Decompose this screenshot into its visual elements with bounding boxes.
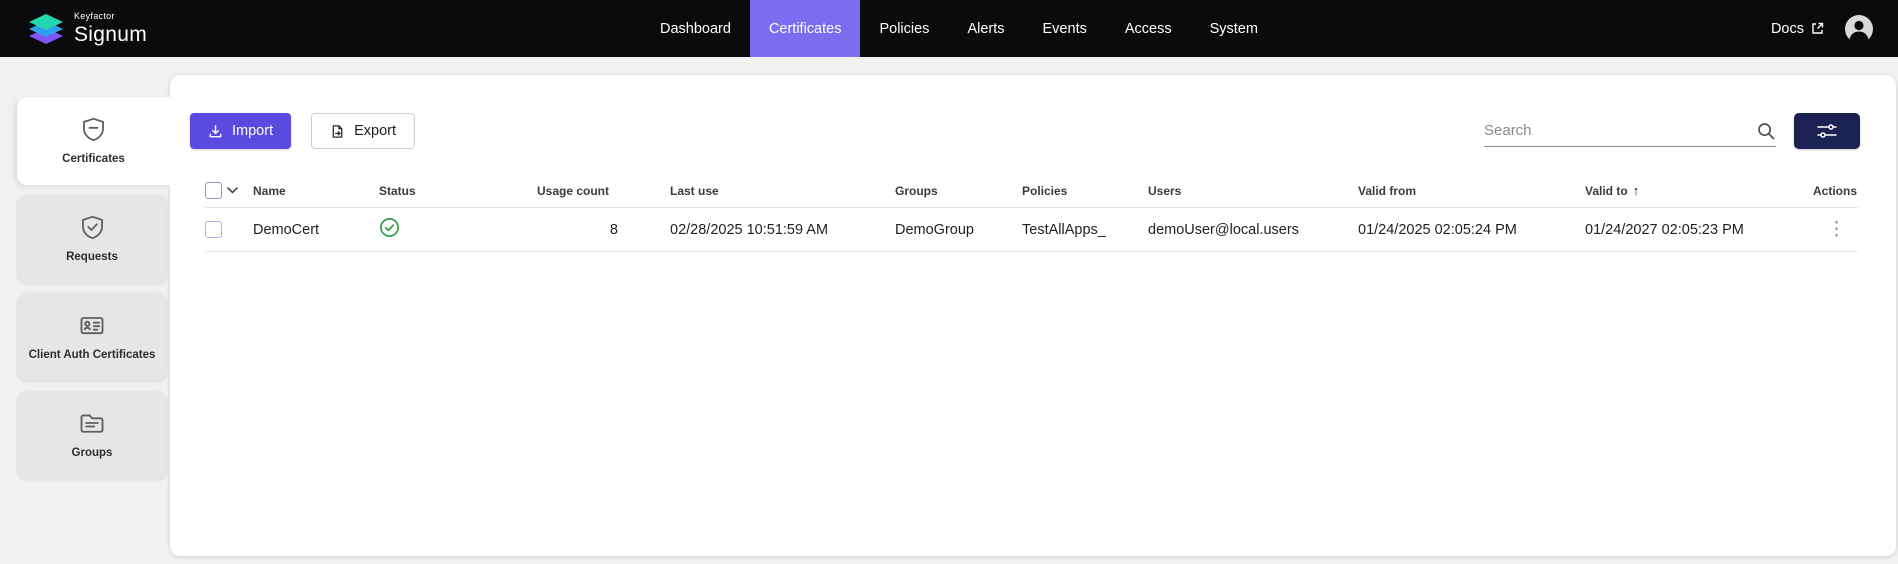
brand-logo[interactable]: Keyfactor Signum <box>0 12 147 46</box>
sidebar-item-label: Requests <box>58 250 126 264</box>
import-button[interactable]: Import <box>190 113 291 149</box>
cell-last-use: 02/28/2025 10:51:59 AM <box>670 222 895 238</box>
export-icon <box>330 124 345 139</box>
column-header-valid-to[interactable]: Valid to ↑ <box>1585 183 1813 198</box>
folder-icon <box>78 409 106 437</box>
export-button[interactable]: Export <box>311 113 415 149</box>
cell-valid-from: 01/24/2025 02:05:24 PM <box>1358 222 1585 238</box>
user-avatar-icon[interactable] <box>1844 14 1874 44</box>
sidebar-item-client-auth-certificates[interactable]: Client Auth Certificates <box>17 293 167 381</box>
external-link-icon <box>1811 22 1824 35</box>
cell-users: demoUser@local.users <box>1148 222 1358 238</box>
sidebar-item-label: Groups <box>64 446 121 460</box>
chevron-down-icon[interactable] <box>227 187 238 194</box>
column-header-status[interactable]: Status <box>379 184 537 198</box>
column-header-last-use[interactable]: Last use <box>670 184 895 198</box>
sidebar-item-label: Certificates <box>54 152 133 166</box>
nav-item-dashboard[interactable]: Dashboard <box>641 0 750 57</box>
search-icon[interactable] <box>1756 121 1776 141</box>
sidebar-item-certificates[interactable]: Certificates <box>17 97 170 185</box>
search-field <box>1484 115 1776 147</box>
id-card-icon <box>78 311 106 339</box>
status-valid-icon <box>379 217 400 238</box>
keyfactor-logo-icon <box>28 12 64 46</box>
docs-label: Docs <box>1771 21 1804 37</box>
certificates-panel: Import Export <box>170 75 1896 556</box>
column-header-valid-from[interactable]: Valid from <box>1358 184 1585 198</box>
import-icon <box>208 124 223 139</box>
column-header-usage-count[interactable]: Usage count <box>537 184 670 198</box>
certificates-toolbar: Import Export <box>190 113 1860 149</box>
docs-link[interactable]: Docs <box>1771 21 1824 37</box>
nav-item-alerts[interactable]: Alerts <box>948 0 1023 57</box>
export-button-label: Export <box>354 123 396 139</box>
row-checkbox[interactable] <box>205 221 222 238</box>
nav-item-certificates[interactable]: Certificates <box>750 0 861 57</box>
certificates-table: Name Status Usage count Last use Groups … <box>205 174 1858 252</box>
certificate-icon <box>80 116 107 143</box>
select-all-checkbox[interactable] <box>205 182 222 199</box>
brand-top-label: Keyfactor <box>74 12 147 21</box>
column-header-name[interactable]: Name <box>253 184 379 198</box>
cell-usage-count: 8 <box>537 222 670 238</box>
cell-valid-to: 01/24/2027 02:05:23 PM <box>1585 222 1813 238</box>
sidebar-item-requests[interactable]: Requests <box>17 195 167 283</box>
sort-ascending-icon[interactable]: ↑ <box>1633 183 1640 198</box>
row-actions-menu-icon[interactable]: ⋮ <box>1827 219 1846 240</box>
search-input[interactable] <box>1484 122 1756 139</box>
cell-name[interactable]: DemoCert <box>253 222 379 238</box>
column-header-policies[interactable]: Policies <box>1022 184 1148 198</box>
filter-button[interactable] <box>1794 113 1860 149</box>
cell-status <box>379 217 537 242</box>
brand-name-label: Signum <box>74 24 147 45</box>
table-row[interactable]: DemoCert 8 02/28/2025 10:51:59 AM DemoGr… <box>205 208 1858 252</box>
sidebar-item-groups[interactable]: Groups <box>17 391 167 479</box>
nav-item-events[interactable]: Events <box>1024 0 1106 57</box>
nav-item-access[interactable]: Access <box>1106 0 1191 57</box>
request-check-icon <box>79 214 106 241</box>
column-header-groups[interactable]: Groups <box>895 184 1022 198</box>
sidebar-item-label: Client Auth Certificates <box>21 348 164 362</box>
nav-item-policies[interactable]: Policies <box>860 0 948 57</box>
column-header-users[interactable]: Users <box>1148 184 1358 198</box>
column-header-actions: Actions <box>1813 184 1869 198</box>
main-nav: Dashboard Certificates Policies Alerts E… <box>147 0 1771 57</box>
import-button-label: Import <box>232 123 273 139</box>
cell-groups: DemoGroup <box>895 222 1022 238</box>
nav-item-system[interactable]: System <box>1191 0 1277 57</box>
cell-policies: TestAllApps_ <box>1022 222 1148 238</box>
top-navbar: Keyfactor Signum Dashboard Certificates … <box>0 0 1898 57</box>
filter-sliders-icon <box>1817 123 1837 139</box>
table-header-row: Name Status Usage count Last use Groups … <box>205 174 1858 208</box>
